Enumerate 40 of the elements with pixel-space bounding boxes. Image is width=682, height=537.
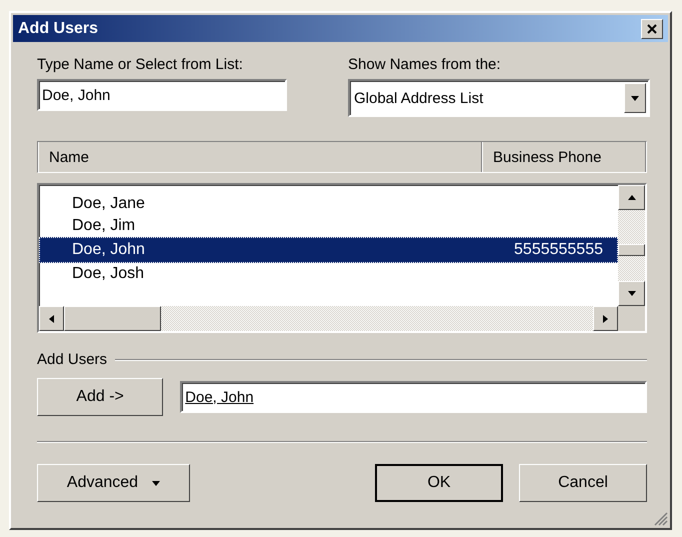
list-row[interactable]: Doe, Jim	[39, 215, 618, 237]
add-button[interactable]: Add ->	[37, 378, 164, 416]
down-arrow-icon	[631, 96, 639, 100]
scroll-down-button[interactable]	[618, 281, 645, 306]
cancel-button[interactable]: Cancel	[519, 464, 647, 502]
window-title: Add Users	[18, 20, 98, 38]
name-cell: Doe, Jane	[72, 195, 145, 213]
phone-cell: 5555555555	[514, 241, 603, 259]
added-users-field[interactable]: Doe, John	[180, 381, 647, 413]
vertical-scrollbar[interactable]	[618, 185, 645, 306]
name-input-field[interactable]: Doe, John	[37, 79, 287, 111]
scroll-up-button[interactable]	[618, 185, 645, 210]
down-arrow-icon	[628, 291, 636, 296]
horizontal-scrollbar[interactable]	[39, 306, 618, 331]
right-arrow-icon	[603, 314, 608, 322]
list-row[interactable]: Doe, Jane	[39, 193, 618, 215]
column-header[interactable]: Business Phone	[482, 142, 646, 172]
scroll-thumb[interactable]	[618, 244, 645, 256]
name-cell: Doe, Josh	[72, 265, 144, 283]
resize-grip-icon[interactable]	[654, 512, 668, 526]
list-row[interactable]: Doe, John 5555555555	[39, 237, 618, 263]
scroll-right-button[interactable]	[593, 306, 618, 331]
ok-button[interactable]: OK	[375, 464, 503, 502]
group-label: Add Users	[37, 351, 108, 368]
advanced-button[interactable]: Advanced	[37, 464, 190, 502]
close-button[interactable]	[641, 18, 663, 38]
field-label: Show Names from the:	[348, 56, 502, 73]
close-icon	[647, 24, 657, 34]
name-cell: Doe, John	[72, 241, 145, 259]
up-arrow-icon	[628, 195, 636, 200]
name-cell: Doe, Jim	[72, 217, 136, 235]
scroll-thumb[interactable]	[64, 306, 161, 331]
address-list-dropdown[interactable]: Global Address List	[348, 79, 650, 117]
column-header[interactable]: Name	[38, 142, 482, 172]
caret-icon	[152, 480, 160, 486]
list-row[interactable]: Doe, Josh	[39, 263, 618, 285]
scroll-left-button[interactable]	[39, 306, 64, 331]
field-label: Type Name or Select from List:	[37, 56, 244, 73]
left-arrow-icon	[49, 314, 54, 322]
scrollbar-corner	[618, 306, 645, 331]
